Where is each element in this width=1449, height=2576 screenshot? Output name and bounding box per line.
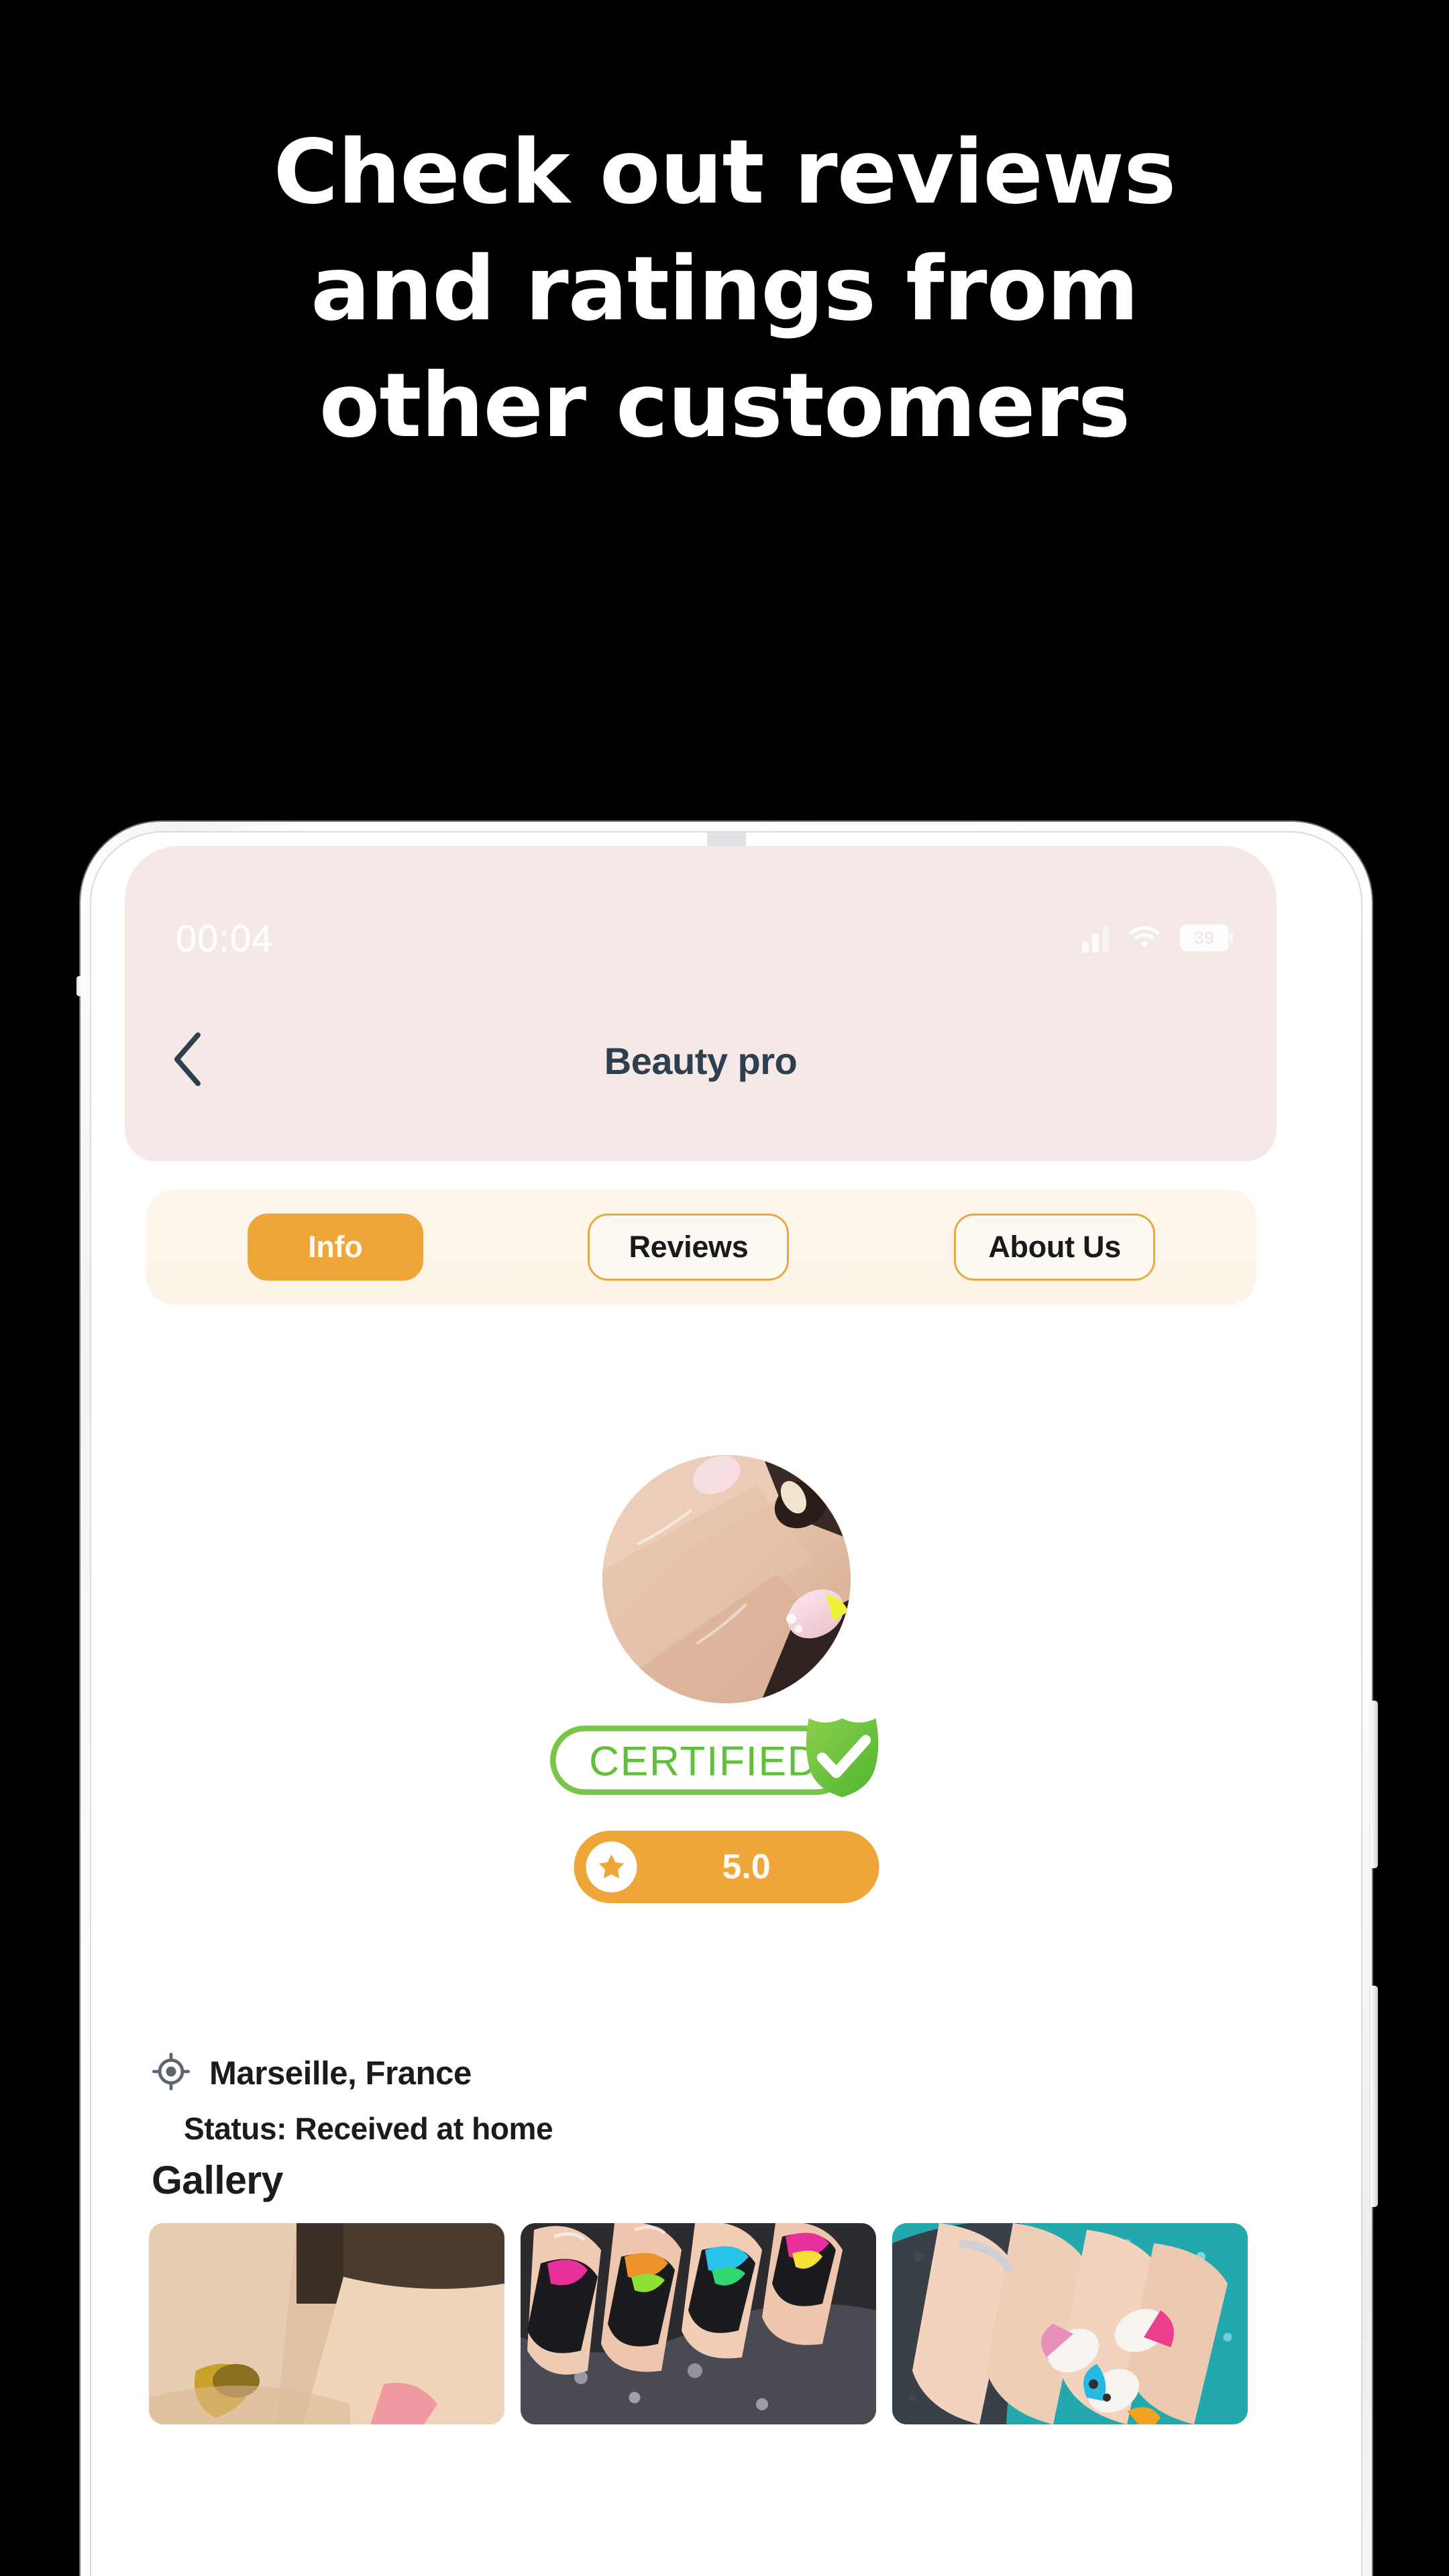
battery-icon: 39 [1180, 924, 1233, 951]
gallery-thumb-1[interactable] [149, 2223, 504, 2424]
headline-line-2: and ratings from [311, 237, 1139, 341]
battery-level-label: 39 [1193, 927, 1215, 948]
status-bar-icons: 39 [1082, 923, 1233, 953]
certified-label: CERTIFIED [589, 1738, 818, 1785]
gallery-heading: Gallery [152, 2158, 283, 2202]
star-icon [586, 1841, 637, 1892]
phone-screen: 00:04 39 Beauty pro Info Reviews About U… [105, 846, 1348, 2576]
profile-avatar-nail-art [602, 1455, 851, 1703]
rating-value: 5.0 [722, 1847, 771, 1886]
gps-target-icon [152, 2052, 191, 2094]
back-button[interactable] [160, 1030, 220, 1091]
status-bar: 00:04 39 [125, 912, 1277, 964]
promo-headline: Check out reviews and ratings from other… [0, 114, 1449, 465]
gallery-grid [149, 2223, 1249, 2424]
headline-line-1: Check out reviews [273, 121, 1176, 224]
side-key-left[interactable] [76, 976, 82, 996]
app-navbar: Beauty pro [125, 1014, 1277, 1108]
tab-about-us[interactable]: About Us [954, 1214, 1156, 1281]
location-row: Marseille, France [152, 2052, 472, 2094]
wifi-icon [1128, 923, 1161, 953]
signal-bars-icon [1082, 923, 1109, 953]
chevron-left-icon [170, 1032, 209, 1090]
app-header-card: 00:04 39 Beauty pro [125, 846, 1277, 1161]
gallery-thumb-2-image [521, 2223, 876, 2424]
tab-reviews[interactable]: Reviews [588, 1214, 790, 1281]
status-bar-time: 00:04 [176, 916, 274, 959]
location-label: Marseille, France [209, 2055, 472, 2092]
page-title: Beauty pro [604, 1039, 798, 1082]
gallery-thumb-3-image [892, 2223, 1248, 2424]
volume-button[interactable] [1371, 1701, 1378, 1868]
power-button[interactable] [1371, 1986, 1378, 2207]
gallery-thumb-1-image [149, 2223, 504, 2424]
status-label: Status: Received at home [184, 2111, 553, 2146]
headline-line-3: other customers [319, 354, 1131, 458]
shield-check-icon: CERTIFIED [549, 1718, 878, 1797]
rating-badge: 5.0 [574, 1831, 879, 1903]
tab-info[interactable]: Info [247, 1214, 423, 1281]
gallery-thumb-3[interactable] [892, 2223, 1248, 2424]
gallery-thumb-2[interactable] [521, 2223, 876, 2424]
avatar[interactable] [602, 1455, 851, 1703]
certified-badge: CERTIFIED [549, 1713, 904, 1797]
phone-mockup: 00:04 39 Beauty pro Info Reviews About U… [76, 822, 1378, 2576]
tab-bar: Info Reviews About Us [146, 1189, 1256, 1305]
